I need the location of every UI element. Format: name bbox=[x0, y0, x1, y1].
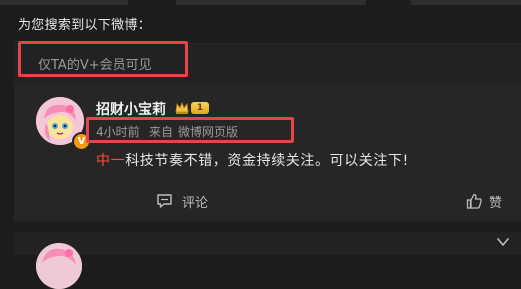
next-avatar[interactable] bbox=[36, 243, 82, 289]
post-time[interactable]: 4小时前 bbox=[96, 123, 140, 140]
post-source[interactable]: 微博网页版 bbox=[178, 123, 238, 140]
comment-button[interactable]: 评论 bbox=[156, 192, 209, 211]
content-highlight[interactable]: 中一 bbox=[96, 153, 125, 169]
chevron-down-icon[interactable] bbox=[496, 236, 510, 248]
thumbs-up-icon bbox=[466, 193, 482, 209]
search-result-title: 为您搜索到以下微博： bbox=[18, 18, 152, 33]
strip-segment bbox=[176, 0, 366, 5]
crown-icon bbox=[175, 101, 189, 114]
level-badge: 1 bbox=[191, 102, 209, 114]
restriction-label: 仅TA的V+会员可见 bbox=[38, 58, 152, 73]
next-feed-card bbox=[14, 232, 521, 255]
comment-label: 评论 bbox=[182, 195, 209, 211]
strip-segment bbox=[411, 0, 521, 5]
like-button[interactable]: 赞 bbox=[466, 192, 503, 211]
strip-segment bbox=[0, 0, 128, 5]
post-source-prefix: 来自 bbox=[149, 125, 174, 139]
comment-icon bbox=[157, 194, 172, 208]
username[interactable]: 招财小宝莉 bbox=[96, 99, 166, 119]
content-text: 科技节奏不错，资金持续关注。可以关注下! bbox=[125, 153, 409, 169]
post-content: 中一科技节奏不错，资金持续关注。可以关注下! bbox=[96, 150, 409, 170]
top-scroll-strip bbox=[0, 0, 521, 8]
like-label: 赞 bbox=[489, 195, 503, 211]
